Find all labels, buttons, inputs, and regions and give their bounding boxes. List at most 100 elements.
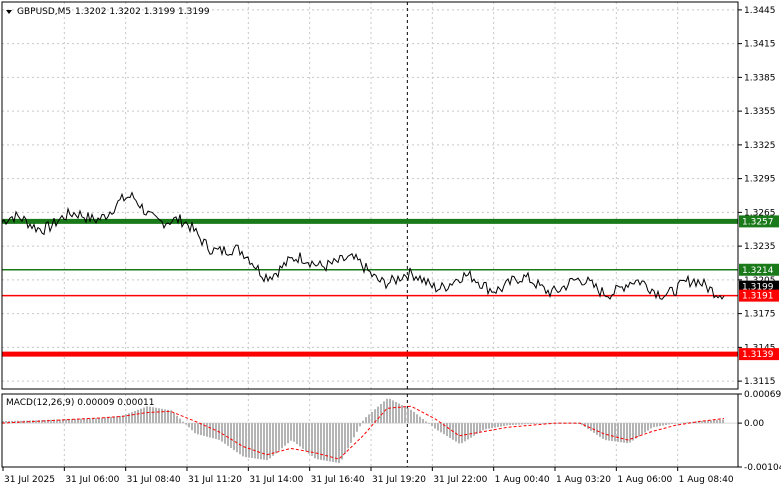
macd-histogram-bar: [110, 416, 112, 424]
macd-histogram-bar: [332, 423, 334, 462]
macd-histogram-bar: [179, 418, 181, 424]
macd-histogram-bar: [503, 423, 505, 426]
macd-histogram-bar: [488, 423, 490, 429]
macd-histogram-bar: [530, 423, 532, 425]
x-tick-label: 31 Jul 22:00: [433, 475, 487, 485]
macd-histogram-bar: [107, 417, 109, 424]
y-tick-label: 1.3295: [744, 175, 776, 185]
x-tick-label: 31 Jul 16:40: [311, 475, 365, 485]
macd-histogram-bar: [299, 423, 301, 447]
macd-histogram-bar: [683, 422, 685, 424]
macd-histogram-bar: [146, 406, 148, 424]
macd-histogram-bar: [437, 423, 439, 431]
macd-histogram-bar: [416, 414, 418, 424]
macd-histogram-bar: [461, 423, 463, 444]
macd-histogram-bar: [50, 419, 52, 424]
macd-histogram-bar: [422, 419, 424, 424]
macd-histogram-bar: [125, 414, 127, 424]
macd-y-tick-label: -0.00104: [744, 463, 781, 473]
y-tick-label: 1.3325: [744, 141, 776, 151]
macd-histogram-bar: [5, 420, 7, 424]
x-tick-label: 31 Jul 14:00: [249, 475, 303, 485]
macd-histogram-bar: [158, 408, 160, 424]
macd-histogram-bar: [539, 423, 541, 424]
macd-histogram-bar: [512, 423, 514, 425]
macd-histogram-bar: [182, 421, 184, 424]
macd-histogram-bar: [380, 403, 382, 424]
macd-histogram-bar: [623, 423, 625, 443]
y-tick-label: 1.3175: [744, 310, 776, 320]
y-tick-label: 1.3415: [744, 40, 776, 50]
macd-histogram-bar: [221, 423, 223, 442]
macd-histogram-bar: [401, 405, 403, 424]
macd-histogram-bar: [536, 423, 538, 424]
macd-histogram-bar: [131, 412, 133, 424]
macd-histogram-bar: [521, 423, 523, 425]
macd-histogram-bar: [482, 423, 484, 431]
macd-histogram-bar: [224, 423, 226, 444]
macd-histogram-bar: [296, 423, 298, 445]
symbol-label[interactable]: GBPUSD,M5: [17, 7, 71, 17]
macd-histogram-bar: [713, 420, 715, 424]
macd-histogram-bar: [596, 423, 598, 435]
macd-histogram-bar: [440, 423, 442, 433]
macd-histogram-bar: [356, 423, 358, 432]
macd-histogram-bar: [98, 418, 100, 424]
macd-histogram-bar: [617, 423, 619, 442]
macd-histogram-bar: [467, 423, 469, 440]
macd-histogram-bar: [611, 423, 613, 442]
x-tick-label: 1 Aug 06:00: [617, 475, 672, 485]
trading-chart[interactable]: 31 Jul 2025 31 Jul 06:00 31 Jul 08:40 31 Ju…: [0, 0, 781, 489]
macd-histogram-bar: [86, 418, 88, 424]
macd-histogram-bar: [275, 423, 277, 454]
macd-histogram-bar: [449, 423, 451, 438]
macd-histogram-bar: [104, 417, 106, 424]
macd-histogram-bar: [509, 423, 511, 426]
macd-histogram-bar: [200, 423, 202, 436]
macd-histogram-bar: [506, 423, 508, 426]
x-tick-label: 1 Aug 08:40: [679, 475, 734, 485]
macd-histogram-bar: [236, 423, 238, 453]
macd-histogram-bar: [680, 422, 682, 424]
macd-histogram-bar: [473, 423, 475, 436]
x-tick-label: 31 Jul 2025: [4, 475, 55, 485]
macd-y-tick-label: 0.00069: [744, 390, 781, 400]
macd-histogram-bar: [137, 409, 139, 424]
macd-histogram-bar: [215, 423, 217, 440]
macd-histogram-bar: [323, 423, 325, 461]
macd-histogram-bar: [305, 423, 307, 452]
macd-histogram-bar: [527, 423, 529, 425]
macd-histogram-bar: [392, 400, 394, 424]
macd-histogram-bar: [665, 423, 667, 426]
macd-histogram-bar: [719, 419, 721, 424]
macd-histogram-bar: [662, 423, 664, 426]
macd-histogram-bar: [602, 423, 604, 439]
y-tick-label: 1.3115: [744, 377, 776, 387]
macd-histogram-bar: [290, 423, 292, 441]
macd-histogram-bar: [629, 423, 631, 443]
macd-histogram-bar: [293, 423, 295, 442]
macd-histogram-bar: [230, 423, 232, 448]
macd-histogram-bar: [362, 420, 364, 424]
macd-histogram-bar: [278, 423, 280, 451]
level-label-text: 1.3214: [742, 266, 774, 276]
macd-histogram-bar: [251, 423, 253, 459]
macd-histogram-bar: [287, 423, 289, 444]
macd-histogram-bar: [344, 423, 346, 454]
macd-histogram-bar: [635, 423, 637, 439]
macd-histogram-bar: [647, 423, 649, 431]
macd-histogram-bar: [608, 423, 610, 441]
macd-histogram-bar: [176, 415, 178, 424]
macd-histogram-bar: [377, 406, 379, 424]
macd-histogram-bar: [620, 423, 622, 443]
macd-histogram-bar: [701, 420, 703, 424]
macd-histogram-bar: [518, 423, 520, 425]
macd-histogram-bar: [260, 423, 262, 460]
macd-histogram-bar: [419, 416, 421, 424]
level-label-text: 1.3191: [742, 292, 774, 302]
macd-histogram-bar: [194, 423, 196, 434]
macd-histogram-bar: [641, 423, 643, 435]
macd-histogram-bar: [395, 401, 397, 424]
macd-histogram-bar: [227, 423, 229, 446]
macd-histogram-bar: [128, 413, 130, 424]
